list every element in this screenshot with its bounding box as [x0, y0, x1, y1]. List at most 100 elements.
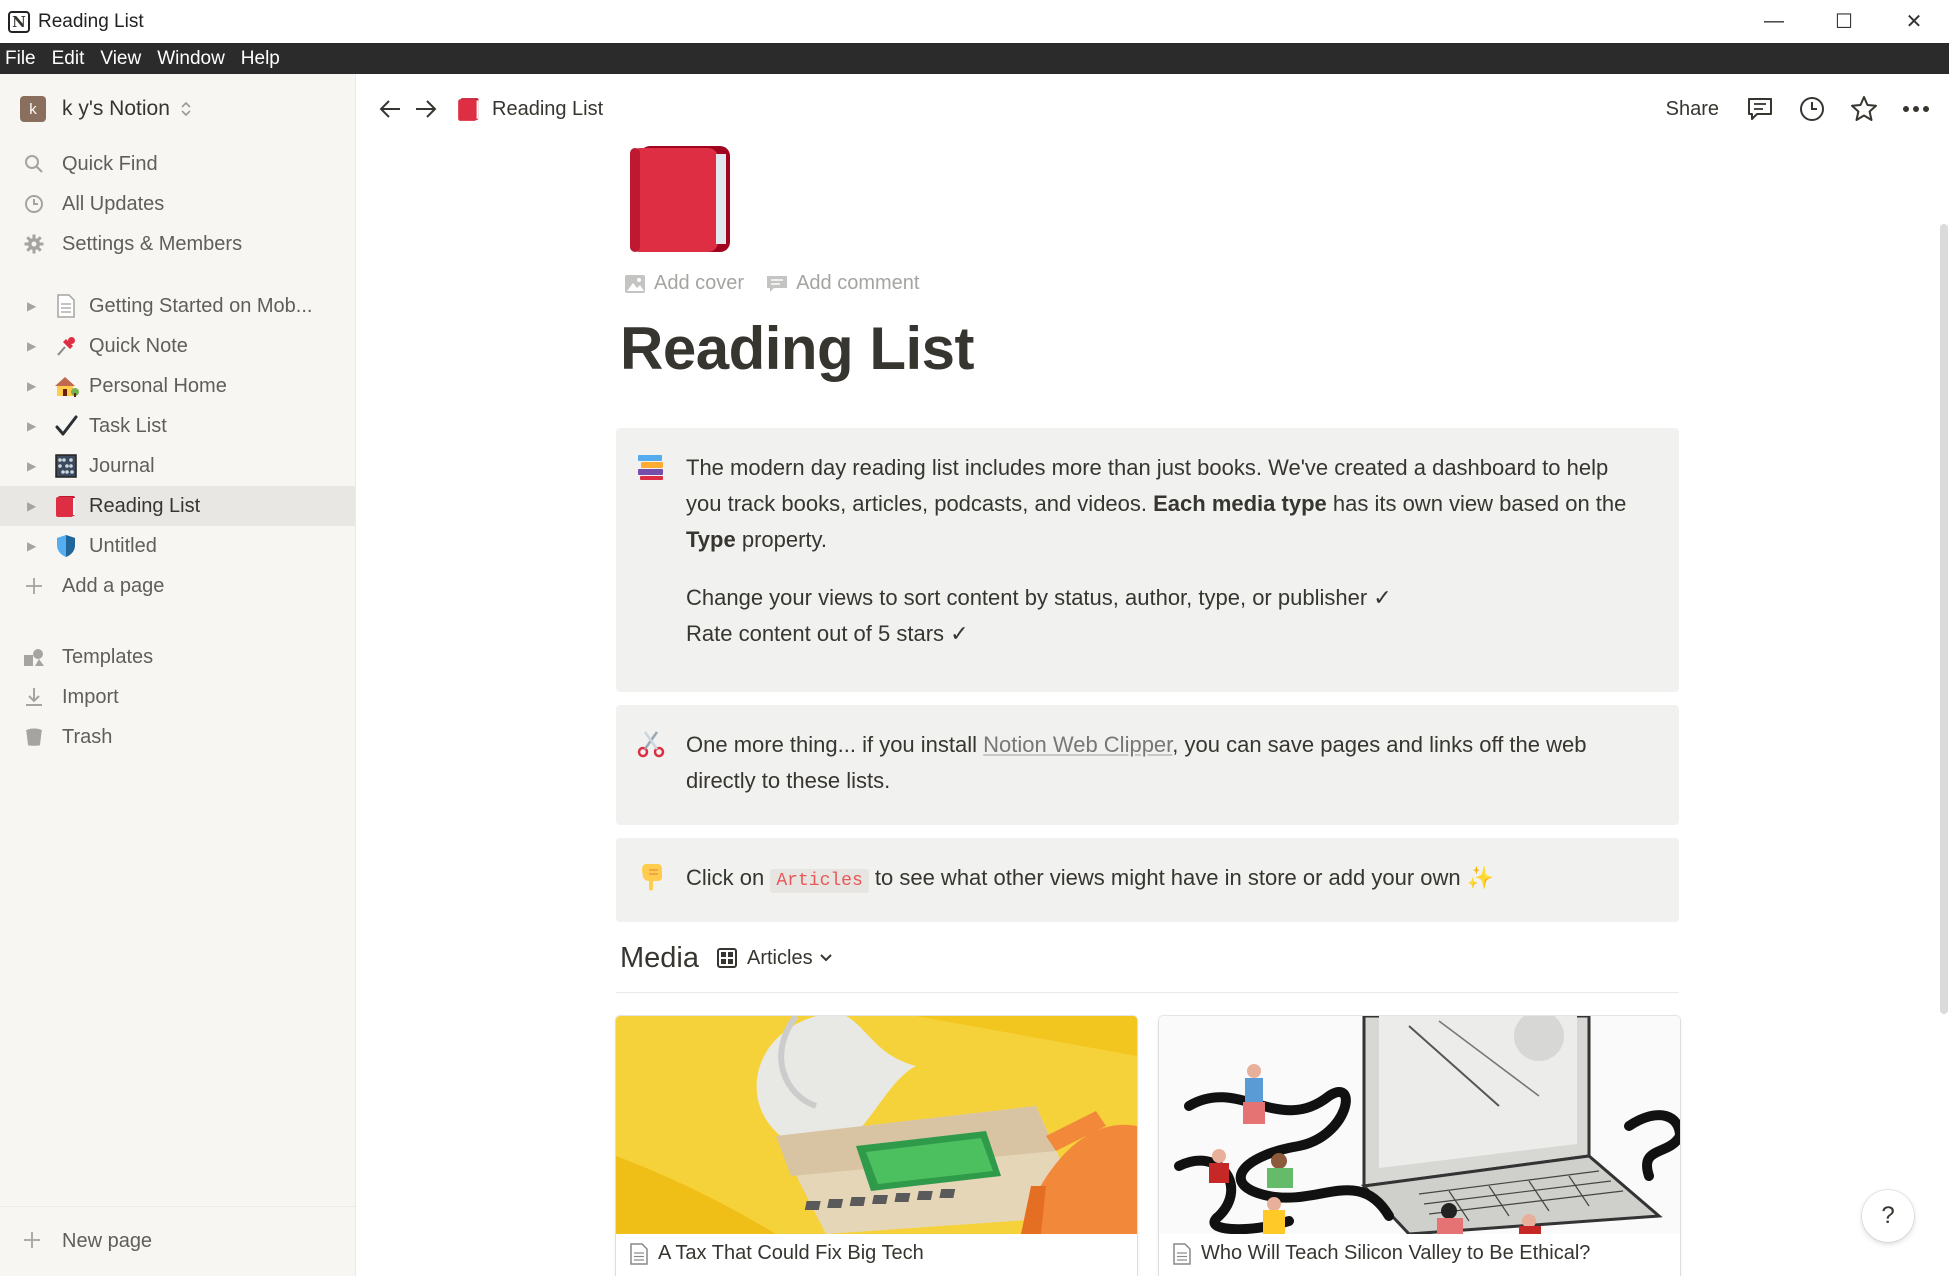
sidebar-quick-find[interactable]: Quick Find [0, 144, 355, 184]
card-title-text: A Tax That Could Fix Big Tech [658, 1242, 924, 1264]
breadcrumb[interactable]: Reading List [492, 98, 603, 121]
callout-text: Click on Articles to see what other view… [686, 860, 1649, 899]
triangle-right-icon[interactable]: ▶ [27, 339, 36, 353]
callout-line: Rate content out of 5 stars ✓ [686, 621, 969, 646]
new-page-button[interactable]: New page [0, 1206, 355, 1276]
triangle-right-icon[interactable]: ▶ [27, 299, 36, 313]
checkmark-icon [53, 413, 79, 439]
triangle-right-icon[interactable]: ▶ [27, 379, 36, 393]
workspace-avatar: k [20, 96, 46, 122]
callout-text-part: One more thing... if you install [686, 732, 984, 757]
top-actions: Share [1666, 74, 1949, 144]
sidebar-page-label: Task List [89, 414, 167, 437]
card-title: A Tax That Could Fix Big Tech [630, 1242, 924, 1265]
sidebar-page-personal-home[interactable]: ▶ Personal Home [0, 366, 355, 406]
back-arrow-icon[interactable] [372, 91, 408, 127]
menu-view[interactable]: View [94, 48, 147, 70]
minimize-button[interactable]: — [1739, 0, 1809, 43]
callout-block[interactable]: The modern day reading list includes mor… [616, 428, 1679, 692]
history-clock-icon[interactable] [1797, 94, 1827, 124]
forward-arrow-icon[interactable] [408, 91, 444, 127]
star-icon[interactable] [1849, 94, 1879, 124]
add-comment-button[interactable]: Add comment [766, 272, 919, 295]
red-book-icon [53, 493, 79, 519]
card-title-text: Who Will Teach Silicon Valley to Be Ethi… [1201, 1242, 1591, 1264]
gallery-card[interactable]: Who Will Teach Silicon Valley to Be Ethi… [1159, 1016, 1680, 1276]
divider [616, 992, 1679, 993]
chevron-down-icon [819, 954, 832, 962]
window-title: Reading List [38, 10, 144, 32]
view-switcher[interactable]: Articles [717, 947, 833, 970]
sidebar-page-task-list[interactable]: ▶ Task List [0, 406, 355, 446]
page-title[interactable]: Reading List [620, 314, 975, 383]
page-icon [1173, 1242, 1191, 1265]
sidebar-item-label: Trash [62, 725, 113, 748]
download-icon [22, 685, 46, 709]
more-options-icon[interactable] [1901, 94, 1931, 124]
sidebar-settings-members[interactable]: Settings & Members [0, 224, 355, 264]
callout-text-part: Click on [686, 865, 771, 890]
triangle-right-icon[interactable]: ▶ [27, 459, 36, 473]
sidebar: k k y's Notion Quick Find All Updates Se… [0, 74, 356, 1276]
top-bar: Reading List Share [356, 74, 1949, 144]
share-button[interactable]: Share [1666, 98, 1719, 121]
scrollbar[interactable] [1939, 144, 1949, 1276]
menu-file[interactable]: File [0, 48, 42, 70]
callout-block[interactable]: Click on Articles to see what other view… [616, 838, 1679, 922]
menu-help[interactable]: Help [235, 48, 286, 70]
clock-icon [22, 192, 46, 216]
menu-window[interactable]: Window [151, 48, 231, 70]
red-book-page-icon[interactable] [626, 144, 736, 254]
sidebar-page-untitled[interactable]: ▶ Untitled [0, 526, 355, 566]
close-button[interactable]: ✕ [1879, 0, 1949, 43]
trash-icon [22, 725, 46, 749]
comment-icon[interactable] [1745, 94, 1775, 124]
sidebar-all-updates[interactable]: All Updates [0, 184, 355, 224]
menu-bar: File Edit View Window Help [0, 43, 1949, 74]
database-header: Media Articles [620, 936, 833, 980]
add-page-button[interactable]: Add a page [0, 566, 355, 606]
pointing-down-hand-icon [636, 862, 666, 892]
add-comment-label: Add comment [796, 272, 920, 294]
sidebar-page-journal[interactable]: ▶ Journal [0, 446, 355, 486]
callout-block[interactable]: One more thing... if you install Notion … [616, 705, 1679, 825]
callout-text: The modern day reading list includes mor… [686, 450, 1649, 558]
notion-web-clipper-link[interactable]: Notion Web Clipper [983, 732, 1172, 757]
sidebar-page-label: Getting Started on Mob... [89, 294, 313, 317]
updown-chevron-icon [180, 100, 192, 118]
view-name: Articles [747, 946, 813, 969]
gallery-card[interactable]: A Tax That Could Fix Big Tech [616, 1016, 1137, 1276]
sidebar-templates[interactable]: Templates [0, 637, 355, 677]
callout-text-part: has its own view based on the [1326, 491, 1627, 516]
triangle-right-icon[interactable]: ▶ [27, 499, 36, 513]
sidebar-page-reading-list[interactable]: ▶ Reading List [0, 486, 355, 526]
abacus-icon [53, 453, 79, 479]
sidebar-import[interactable]: Import [0, 677, 355, 717]
house-icon [53, 373, 79, 399]
books-icon [636, 452, 666, 482]
maximize-button[interactable]: ☐ [1809, 0, 1879, 43]
sidebar-page-getting-started[interactable]: ▶ Getting Started on Mob... [0, 286, 355, 326]
database-title[interactable]: Media [620, 942, 699, 975]
inline-code-articles: Articles [770, 869, 869, 893]
sidebar-page-quick-note[interactable]: ▶ Quick Note [0, 326, 355, 366]
templates-icon [22, 645, 46, 669]
shield-icon [53, 533, 79, 559]
add-cover-button[interactable]: Add cover [624, 272, 744, 295]
sidebar-page-label: Journal [89, 454, 155, 477]
sidebar-item-label: Import [62, 685, 119, 708]
workspace-switcher[interactable]: k k y's Notion [0, 74, 355, 144]
triangle-right-icon[interactable]: ▶ [27, 539, 36, 553]
sidebar-trash[interactable]: Trash [0, 717, 355, 757]
gear-icon [22, 232, 46, 256]
sidebar-item-label: Quick Find [62, 152, 158, 175]
menu-edit[interactable]: Edit [46, 48, 91, 70]
help-button[interactable]: ? [1862, 1190, 1914, 1242]
add-page-label: Add a page [62, 574, 165, 597]
search-icon [22, 152, 46, 176]
card-cover-image [1159, 1016, 1680, 1234]
callout-line: Change your views to sort content by sta… [686, 585, 1392, 610]
triangle-right-icon[interactable]: ▶ [27, 419, 36, 433]
notion-app-icon: N [8, 10, 30, 33]
scrollbar-thumb[interactable] [1940, 224, 1948, 1014]
